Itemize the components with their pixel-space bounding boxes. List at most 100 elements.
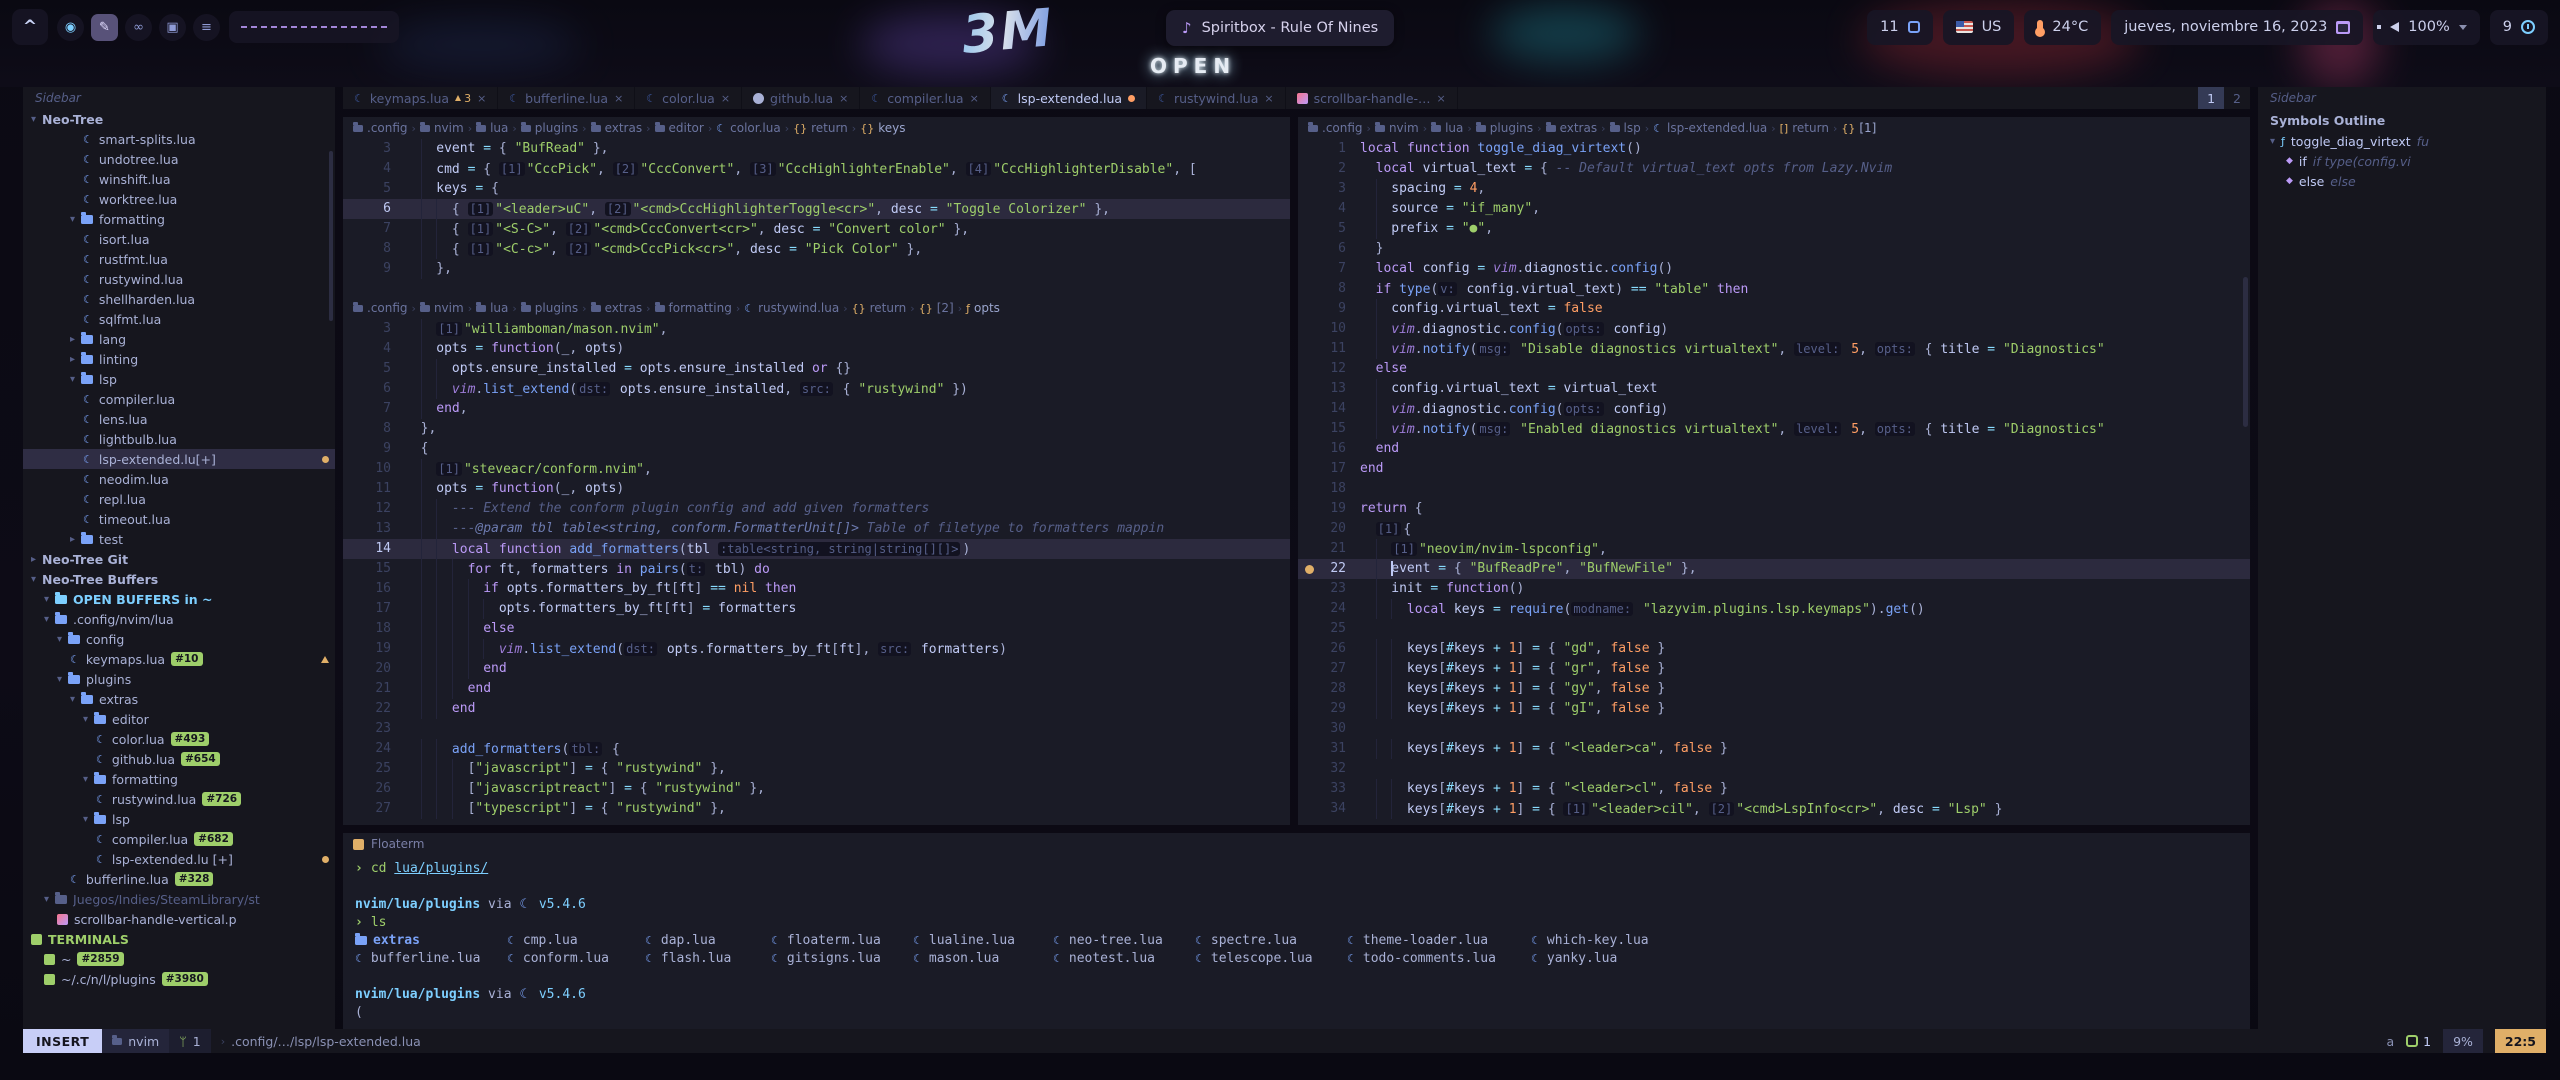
breadcrumb-item[interactable]: {}[2] (919, 301, 954, 315)
ls-entry[interactable]: ☾neotest.lua (1053, 951, 1195, 966)
code-line[interactable]: 12--- Extend the conform plugin config a… (343, 499, 1290, 519)
code-line[interactable]: 22event = { "BufReadPre", "BufNewFile" }… (1298, 559, 2250, 579)
breadcrumb-item[interactable]: ☾rustywind.lua (744, 301, 839, 315)
updates-pill[interactable]: 11 (1867, 10, 1932, 45)
code-line[interactable]: 4opts = function(_, opts) (343, 339, 1290, 359)
code-line[interactable]: 2local virtual_text = { -- Default virtu… (1298, 159, 2250, 179)
code-line[interactable]: 7end, (343, 399, 1290, 419)
tab-bufferline-lua[interactable]: ☾bufferline.lua× (498, 87, 635, 109)
breadcrumb-item[interactable]: {}[1] (1841, 121, 1876, 135)
code-line[interactable]: 13config.virtual_text = virtual_text (1298, 379, 2250, 399)
breadcrumb-item[interactable]: ƒopts (966, 301, 1000, 315)
tree-item[interactable]: ☾rustfmt.lua (23, 249, 335, 269)
breadcrumb-item[interactable]: .config (353, 301, 408, 315)
breadcrumb-item[interactable]: {}return (793, 121, 848, 135)
code-line[interactable]: 31keys[#keys + 1] = { "<leader>ca", fals… (1298, 739, 2250, 759)
tab-rustywind-lua[interactable]: ☾rustywind.lua× (1147, 87, 1286, 109)
code-line[interactable]: 21end (343, 679, 1290, 699)
outline-item[interactable]: ◆elseelse (2258, 171, 2546, 191)
breadcrumb-item[interactable]: lua (476, 301, 508, 315)
code-line[interactable]: 8{ [1]"<C-c>", [2]"<cmd>CccPick<cr>", de… (343, 239, 1290, 259)
breadcrumb-item[interactable]: plugins (1476, 121, 1533, 135)
ls-entry[interactable]: extras (355, 933, 507, 948)
close-icon[interactable]: × (721, 92, 730, 105)
ls-entry[interactable]: ☾neo-tree.lua (1053, 933, 1195, 948)
tab-keymaps-lua[interactable]: ☾keymaps.lua3× (343, 87, 498, 109)
code-line[interactable]: 9{ (343, 439, 1290, 459)
code-line[interactable]: 15vim.notify(msg: "Enabled diagnostics v… (1298, 419, 2250, 439)
tree-item[interactable]: ☾timeout.lua (23, 509, 335, 529)
breadcrumb-item[interactable]: .config (353, 121, 408, 135)
ls-entry[interactable]: ☾mason.lua (913, 951, 1053, 966)
code-line[interactable]: 17opts.formatters_by_ft[ft] = formatters (343, 599, 1290, 619)
code-line[interactable]: 6{ [1]"<leader>uC", [2]"<cmd>CccHighligh… (343, 199, 1290, 219)
breadcrumb-item[interactable]: nvim (420, 121, 464, 135)
left-sidebar-scrollbar[interactable] (329, 151, 333, 321)
ls-entry[interactable]: ☾flash.lua (645, 951, 771, 966)
breadcrumb-item[interactable]: .config (1308, 121, 1363, 135)
breadcrumb-item[interactable]: extras (591, 301, 643, 315)
code-line[interactable]: 14local function add_formatters(tbl :tab… (343, 539, 1290, 559)
tree-item[interactable]: ☾lsp-extended.lu [+] (23, 849, 335, 869)
code-line[interactable]: 25["javascript"] = { "rustywind" }, (343, 759, 1290, 779)
weather-pill[interactable]: 24°C (2024, 10, 2101, 45)
code-line[interactable]: 3event = { "BufRead" }, (343, 139, 1290, 159)
launcher-button[interactable]: ^ (12, 9, 48, 45)
ls-entry[interactable]: ☾todo-comments.lua (1347, 951, 1531, 966)
code-line[interactable]: 5prefix = "●", (1298, 219, 2250, 239)
power-icon[interactable]: ◉ (57, 14, 84, 41)
outline-item[interactable]: ◆ifif type(config.vi (2258, 151, 2546, 171)
section-header-neo-tree-git[interactable]: ▸Neo-Tree Git (23, 549, 335, 569)
tree-item[interactable]: ▸lang (23, 329, 335, 349)
ls-entry[interactable]: ☾dap.lua (645, 933, 771, 948)
section-header-neo-tree-buffers[interactable]: ▾Neo-Tree Buffers (23, 569, 335, 589)
tree-item[interactable]: ▾formatting (23, 769, 335, 789)
code-line[interactable]: 4cmd = { [1]"CccPick", [2]"CccConvert", … (343, 159, 1290, 179)
terminal-content[interactable]: ›cd lua/plugins/nvim/lua/plugins via ☾ v… (343, 855, 2250, 1025)
code-line[interactable]: 11vim.notify(msg: "Disable diagnostics v… (1298, 339, 2250, 359)
tree-item[interactable]: ☾neodim.lua (23, 469, 335, 489)
code-line[interactable]: 32 (1298, 759, 2250, 779)
ls-entry[interactable]: ☾cmp.lua (507, 933, 645, 948)
breadcrumb-item[interactable]: extras (591, 121, 643, 135)
code-line[interactable]: 22end (343, 699, 1290, 719)
tab-github-lua[interactable]: github.lua× (742, 87, 860, 109)
volume-pill[interactable]: 100% (2373, 10, 2479, 45)
code-line[interactable]: 30 (1298, 719, 2250, 739)
tab-page-2[interactable]: 2 (2224, 87, 2250, 109)
code-line[interactable]: 19return { (1298, 499, 2250, 519)
tree-item[interactable]: ☾winshift.lua (23, 169, 335, 189)
code-line[interactable]: 1local function toggle_diag_virtext() (1298, 139, 2250, 159)
edit-icon[interactable]: ✎ (91, 14, 118, 41)
code-line[interactable]: 27keys[#keys + 1] = { "gr", false } (1298, 659, 2250, 679)
keyboard-layout-pill[interactable]: US (1943, 10, 2015, 45)
code-line[interactable]: 13---@param tbl table<string, conform.Fo… (343, 519, 1290, 539)
tree-item[interactable]: ☾compiler.lua (23, 389, 335, 409)
code-line[interactable]: 34keys[#keys + 1] = { [1]"<leader>cil", … (1298, 799, 2250, 819)
notes-icon[interactable]: ≡ (193, 14, 220, 41)
code-line[interactable]: 3[1]"williamboman/mason.nvim", (343, 319, 1290, 339)
date-pill[interactable]: jueves, noviembre 16, 2023 (2111, 10, 2363, 45)
code-line[interactable]: 5opts.ensure_installed = opts.ensure_ins… (343, 359, 1290, 379)
code-line[interactable]: 16end (1298, 439, 2250, 459)
tab-scrollbar-handle[interactable]: scrollbar-handle-…× (1286, 87, 1458, 109)
code-line[interactable]: 4source = "if_many", (1298, 199, 2250, 219)
breadcrumb-item[interactable]: plugins (521, 301, 578, 315)
tree-item[interactable]: ☾lens.lua (23, 409, 335, 429)
tree-item[interactable]: ▸test (23, 529, 335, 549)
ls-entry[interactable]: ☾lualine.lua (913, 933, 1053, 948)
code-line[interactable]: 14vim.diagnostic.config(opts: config) (1298, 399, 2250, 419)
clock-pill[interactable]: 9 (2490, 10, 2548, 45)
code-line[interactable]: 10vim.diagnostic.config(opts: config) (1298, 319, 2250, 339)
code-line[interactable]: 26["javascriptreact"] = { "rustywind" }, (343, 779, 1290, 799)
close-icon[interactable]: × (839, 92, 848, 105)
tree-item[interactable]: ☾worktree.lua (23, 189, 335, 209)
tree-item[interactable]: ~#2859 (23, 949, 335, 969)
breadcrumb-item[interactable]: ☾color.lua (716, 121, 780, 135)
tab-color-lua[interactable]: ☾color.lua× (635, 87, 742, 109)
tab-page-1[interactable]: 1 (2198, 87, 2224, 109)
code-line[interactable]: 26keys[#keys + 1] = { "gd", false } (1298, 639, 2250, 659)
breadcrumb-item[interactable]: formatting (655, 301, 732, 315)
breadcrumb-item[interactable]: lua (1431, 121, 1463, 135)
close-icon[interactable]: × (970, 92, 979, 105)
